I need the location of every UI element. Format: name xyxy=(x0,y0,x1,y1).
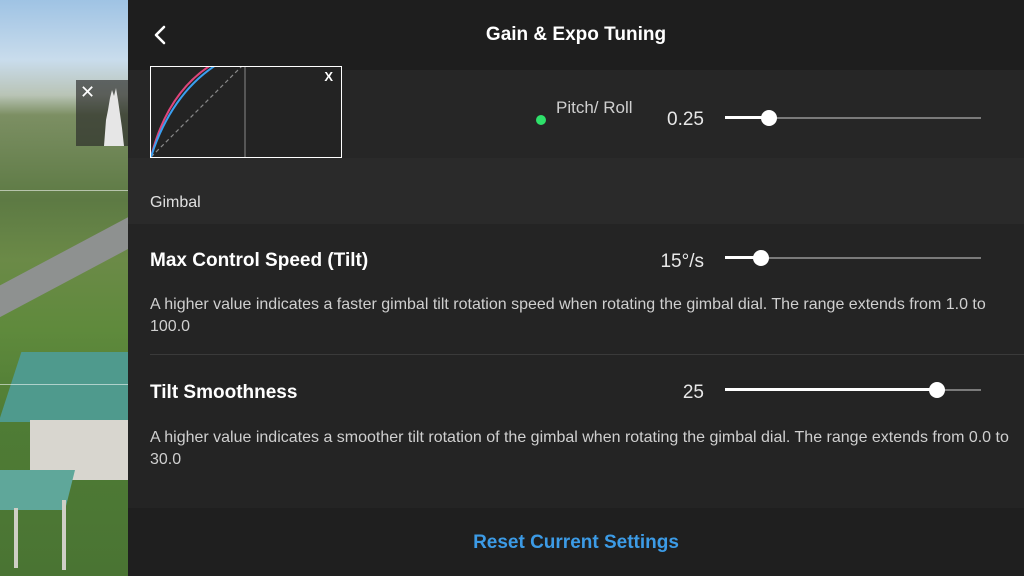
camera-building-roof xyxy=(0,352,128,422)
camera-pole xyxy=(62,500,66,570)
slider-thumb[interactable] xyxy=(760,110,777,126)
histogram-widget: ✕ xyxy=(76,80,128,146)
header-bar: Gain & Expo Tuning xyxy=(128,0,1024,70)
graph-axis-label: X xyxy=(324,69,333,84)
status-dot xyxy=(536,115,546,125)
section-title: Gimbal xyxy=(150,194,201,211)
grid-line xyxy=(0,384,128,385)
expo-curve-plot xyxy=(151,67,246,157)
slider-thumb[interactable] xyxy=(752,250,769,266)
page-title: Gain & Expo Tuning xyxy=(485,24,667,45)
divider xyxy=(150,354,1024,355)
tilt-smoothness-slider[interactable] xyxy=(725,380,981,400)
camera-live-view: ✕ xyxy=(0,0,128,576)
reset-current-settings-button[interactable]: Reset Current Settings xyxy=(128,532,1024,554)
histogram-graph xyxy=(104,88,124,146)
tilt-smoothness-label: Tilt Smoothness xyxy=(150,382,298,403)
footer-bar: Reset Current Settings xyxy=(128,508,1024,576)
expo-curve-graph: X xyxy=(150,66,342,158)
expo-row: X Pitch/ Roll 0.25 xyxy=(128,66,1024,158)
pitch-roll-slider[interactable] xyxy=(725,108,981,128)
max-control-speed-description: A higher value indicates a faster gimbal… xyxy=(150,296,986,335)
slider-fill xyxy=(725,388,938,391)
camera-road xyxy=(0,199,128,329)
camera-pole xyxy=(14,508,18,568)
grid-line xyxy=(0,190,128,191)
tilt-smoothness-value: 25 xyxy=(682,382,704,403)
max-control-speed-slider[interactable] xyxy=(725,248,981,268)
max-control-speed-label: Max Control Speed (Tilt) xyxy=(150,250,369,271)
tilt-smoothness-description: A higher value indicates a smoother tilt… xyxy=(150,429,1009,468)
slider-thumb[interactable] xyxy=(929,382,946,398)
pitch-roll-value: 0.25 xyxy=(667,109,704,130)
section-header: Gimbal xyxy=(128,158,1024,224)
max-control-speed-value: 15°/s xyxy=(660,251,704,272)
settings-panel: Gain & Expo Tuning X Pitch/ Roll 0.25 Gi… xyxy=(128,0,1024,576)
